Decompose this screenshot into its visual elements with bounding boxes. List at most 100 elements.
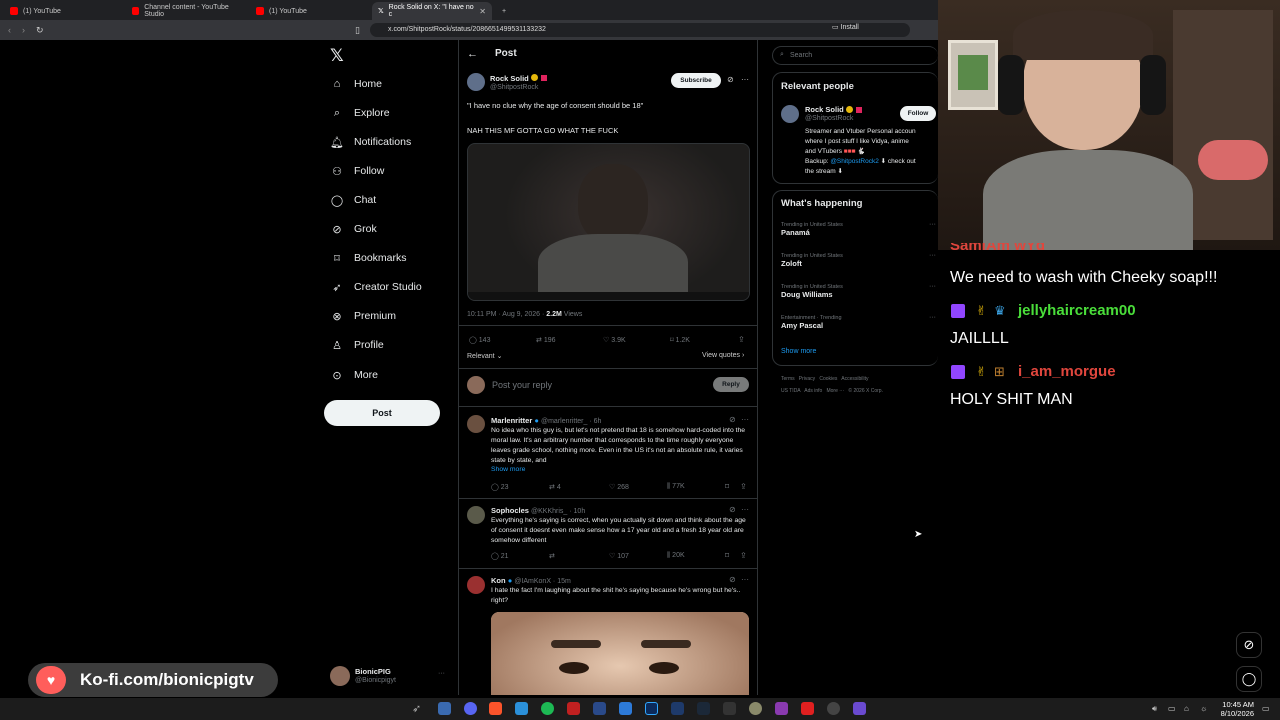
cursor-app-icon[interactable]: ➶	[412, 702, 425, 715]
reply-count[interactable]: ◯ 143	[469, 336, 490, 344]
more-options-icon[interactable]: ···	[929, 252, 936, 259]
post-video[interactable]	[467, 143, 750, 301]
close-tab-icon[interactable]: ✕	[479, 7, 486, 16]
back-icon[interactable]: ‹	[8, 25, 11, 35]
share-icon[interactable]: ⇪	[740, 551, 747, 560]
trend-item[interactable]: Entertainment · Trending Amy Pascal	[781, 315, 842, 330]
repost-count[interactable]: ⇄	[549, 552, 555, 560]
reply-avatar[interactable]	[467, 415, 485, 433]
reply-count[interactable]: ◯ 21	[491, 552, 509, 560]
bookmark-icon[interactable]: ⌑	[725, 482, 729, 491]
subscribe-button[interactable]: Subscribe	[671, 73, 721, 88]
nav-home[interactable]: ⌂ Home	[330, 74, 382, 94]
install-button[interactable]: ▭ Install	[832, 23, 859, 31]
footer-links[interactable]: US TIDA Ads info More ··· © 2026 X Corp.	[781, 388, 883, 394]
bookmark-count[interactable]: ⌑ 1.2K	[670, 336, 690, 344]
app-icon[interactable]	[619, 702, 632, 715]
back-arrow-icon[interactable]: ←	[467, 48, 478, 60]
person-name[interactable]: Rock Solid	[805, 105, 844, 114]
footer-links[interactable]: Terms Privacy Cookies Accessibility	[781, 376, 869, 382]
person-avatar[interactable]	[781, 105, 799, 123]
reply-avatar[interactable]	[467, 506, 485, 524]
nav-profile[interactable]: ♙ Profile	[330, 335, 384, 355]
steam-icon[interactable]	[697, 702, 710, 715]
taskbar-clock[interactable]: 10:45 AM 8/10/2026	[1216, 700, 1254, 718]
app-icon[interactable]	[775, 702, 788, 715]
sort-dropdown[interactable]: Relevant ⌄	[467, 352, 502, 360]
like-count[interactable]: ♡ 3.9K	[603, 336, 626, 344]
more-options-icon[interactable]: ···	[929, 314, 936, 321]
grok-icon[interactable]: ⊘	[729, 505, 736, 514]
nav-premium[interactable]: ⊗ Premium	[330, 306, 396, 326]
nav-bookmarks[interactable]: ⌑ Bookmarks	[330, 248, 406, 268]
share-icon[interactable]: ⇪	[738, 335, 745, 344]
vscode-icon[interactable]	[515, 702, 528, 715]
trend-item[interactable]: Trending in United States Doug Williams	[781, 284, 843, 299]
grok-float-button[interactable]: ⊘	[1236, 632, 1262, 658]
app-icon[interactable]	[438, 702, 451, 715]
nav-notifications[interactable]: 🔔︎ Notifications	[330, 132, 411, 152]
author-name[interactable]: Rock Solid	[490, 74, 529, 83]
repost-count[interactable]: ⇄ 196	[536, 336, 556, 344]
follow-button[interactable]: Follow	[900, 106, 936, 121]
like-count[interactable]: ♡ 107	[609, 552, 629, 560]
tray-icon[interactable]: ▭	[1168, 704, 1176, 713]
more-options-icon[interactable]: ···	[741, 575, 749, 584]
browser-tab-active[interactable]: 𝕏 Rock Solid on X: "I have no c ✕	[372, 2, 492, 20]
obs-icon[interactable]	[827, 702, 840, 715]
reply-input[interactable]: Post your reply	[492, 380, 552, 390]
nav-creator-studio[interactable]: ➶ Creator Studio	[330, 277, 421, 297]
nav-chat[interactable]: ◯ Chat	[330, 190, 376, 210]
more-options-icon[interactable]: ···	[929, 283, 936, 290]
new-tab-button[interactable]: +	[496, 2, 512, 20]
nav-follow[interactable]: ⚇ Follow	[330, 161, 384, 181]
notification-icon[interactable]: ▭	[1262, 704, 1270, 713]
nav-grok[interactable]: ⊘ Grok	[330, 219, 376, 239]
grok-icon[interactable]: ⊘	[729, 415, 736, 424]
reply-image[interactable]	[491, 612, 749, 695]
nav-explore[interactable]: ⌕ Explore	[330, 103, 390, 123]
brave-icon[interactable]	[489, 702, 502, 715]
avatar[interactable]	[330, 666, 350, 686]
app-icon[interactable]	[593, 702, 606, 715]
show-more-link[interactable]: Show more	[491, 466, 525, 473]
app-icon[interactable]	[723, 702, 736, 715]
reply-avatar[interactable]	[467, 576, 485, 594]
account-menu-icon[interactable]: ···	[438, 670, 445, 677]
volume-icon[interactable]: 🔊︎	[1152, 704, 1157, 714]
compose-post-button[interactable]: Post	[324, 400, 440, 426]
reload-icon[interactable]: ↻	[36, 25, 44, 36]
photoshop-icon[interactable]	[645, 702, 658, 715]
grok-icon[interactable]: ⊘	[729, 575, 736, 584]
more-options-icon[interactable]: ···	[741, 75, 749, 84]
spotify-icon[interactable]	[541, 702, 554, 715]
app-icon[interactable]	[567, 702, 580, 715]
browser-tab[interactable]: Channel content - YouTube Studio	[126, 2, 246, 20]
browser-tab[interactable]: (1) YouTube	[4, 2, 124, 20]
tray-icon[interactable]: ☼	[1200, 704, 1207, 713]
more-options-icon[interactable]: ···	[929, 221, 936, 228]
views-count[interactable]: ⫼ 20K	[667, 552, 685, 560]
nav-more[interactable]: ⊙ More	[330, 365, 378, 385]
bookmark-star-icon[interactable]: ▯	[355, 25, 360, 36]
discord-icon[interactable]	[464, 702, 477, 715]
share-icon[interactable]: ⇪	[740, 482, 747, 491]
trend-item[interactable]: Trending in United States Panamá	[781, 222, 843, 237]
repost-count[interactable]: ⇄ 4	[549, 483, 561, 491]
app-icon[interactable]	[749, 702, 762, 715]
trend-item[interactable]: Trending in United States Zoloft	[781, 253, 843, 268]
bookmark-icon[interactable]: ⌑	[725, 551, 729, 560]
like-count[interactable]: ♡ 268	[609, 483, 629, 491]
app-icon[interactable]	[671, 702, 684, 715]
url-input[interactable]: x.com/ShitpostRock/status/20866514995311…	[370, 23, 910, 37]
x-logo-icon[interactable]: 𝕏	[330, 46, 344, 66]
grok-icon[interactable]: ⊘	[727, 75, 734, 84]
reply-count[interactable]: ◯ 23	[491, 483, 509, 491]
views-count[interactable]: ⫼ 77K	[667, 483, 685, 491]
more-options-icon[interactable]: ···	[741, 415, 749, 424]
forward-icon[interactable]: ›	[22, 25, 25, 35]
author-avatar[interactable]	[467, 73, 485, 91]
tray-icon[interactable]: ⌂	[1184, 704, 1189, 713]
view-quotes-link[interactable]: View quotes ›	[702, 352, 744, 359]
browser-tab[interactable]: (1) YouTube	[250, 2, 370, 20]
